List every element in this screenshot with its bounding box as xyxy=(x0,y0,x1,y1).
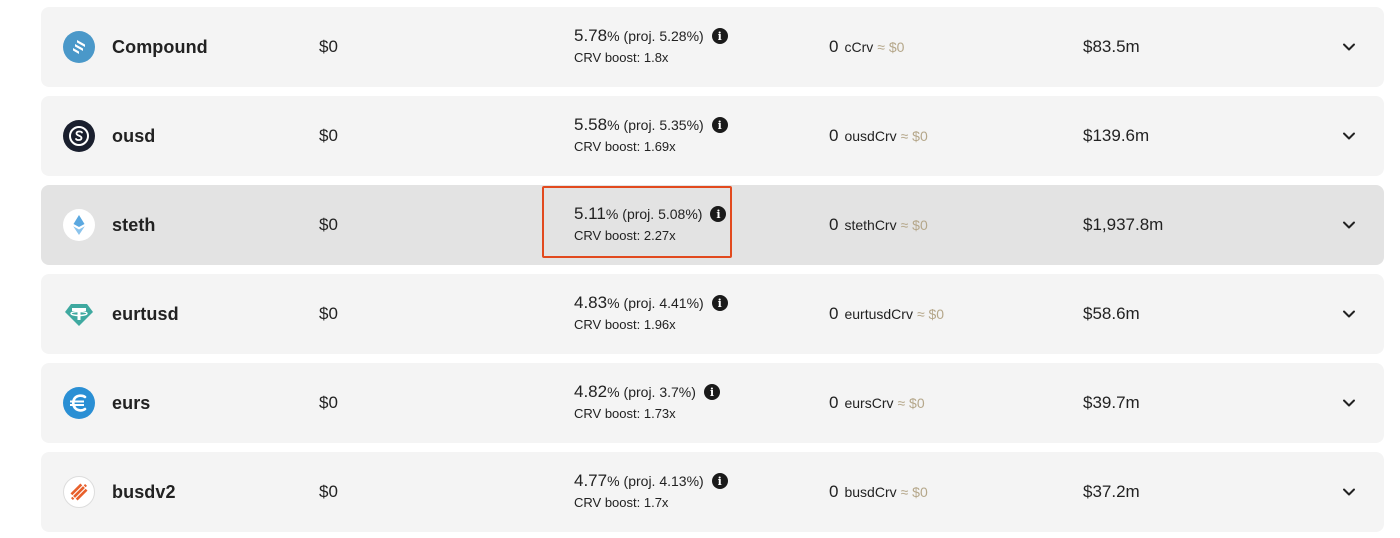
busd-icon xyxy=(63,476,95,508)
apy-value: 4.83 xyxy=(574,293,608,312)
pool-row-busdv2[interactable]: busdv2 $0 4.77% (proj. 4.13%) i CRV boos… xyxy=(41,452,1384,532)
pool-name: ousd xyxy=(112,125,156,146)
crv-boost: CRV boost: 1.7x xyxy=(574,495,669,510)
pool-apy: 4.83% (proj. 4.41%) i CRV boost: 1.96x xyxy=(574,291,728,332)
info-icon[interactable]: i xyxy=(711,28,728,44)
info-icon[interactable]: i xyxy=(711,295,728,311)
pool-apy: 5.11% (proj. 5.08%) i CRV boost: 2.27x xyxy=(574,202,727,243)
apy-value: 5.78 xyxy=(574,26,608,45)
pool-tvl: $58.6m xyxy=(1083,304,1140,323)
pool-balance: $0 xyxy=(319,393,338,412)
crv-boost: CRV boost: 1.69x xyxy=(574,139,676,154)
compound-icon xyxy=(63,31,95,63)
apy-value: 4.77 xyxy=(574,471,608,490)
pool-row-ousd[interactable]: ousd $0 5.58% (proj. 5.35%) i CRV boost:… xyxy=(41,96,1384,176)
crv-boost: CRV boost: 1.73x xyxy=(574,406,676,421)
apy-unit: % xyxy=(607,28,620,44)
chevron-down-icon[interactable] xyxy=(1339,37,1359,57)
pool-rewards: 0 stethCrv ≈ $0 xyxy=(829,185,928,265)
chevron-down-icon[interactable] xyxy=(1339,215,1359,235)
pool-apy: 4.77% (proj. 4.13%) i CRV boost: 1.7x xyxy=(574,469,728,510)
pool-balance: $0 xyxy=(319,37,338,56)
pool-rewards: 0 eurtusdCrv ≈ $0 xyxy=(829,274,944,354)
pool-balance: $0 xyxy=(319,215,338,234)
apy-projected: (proj. 5.08%) xyxy=(622,206,703,222)
rewards-value: ≈ $0 xyxy=(916,306,945,322)
apy-projected: (proj. 3.7%) xyxy=(623,384,696,400)
apy-unit: % xyxy=(607,117,620,133)
rewards-amount: 0 xyxy=(829,37,839,56)
rewards-amount: 0 xyxy=(829,393,839,412)
pool-name: eurs xyxy=(112,392,151,413)
eurs-icon xyxy=(63,387,95,419)
rewards-token: ousdCrv xyxy=(844,128,897,144)
crv-boost: CRV boost: 2.27x xyxy=(574,228,676,243)
pool-row-compound[interactable]: Compound $0 5.78% (proj. 5.28%) i CRV bo… xyxy=(41,7,1384,87)
pool-rewards: 0 cCrv ≈ $0 xyxy=(829,7,904,87)
pool-name: steth xyxy=(112,214,156,235)
apy-projected: (proj. 5.28%) xyxy=(623,28,704,44)
pool-list: Compound $0 5.78% (proj. 5.28%) i CRV bo… xyxy=(0,0,1400,538)
rewards-value: ≈ $0 xyxy=(897,395,925,411)
pool-apy: 5.58% (proj. 5.35%) i CRV boost: 1.69x xyxy=(574,113,728,154)
steth-icon xyxy=(63,209,95,241)
pool-rewards: 0 busdCrv ≈ $0 xyxy=(829,452,928,532)
rewards-token: eursCrv xyxy=(844,395,894,411)
pool-tvl: $83.5m xyxy=(1083,37,1140,56)
chevron-down-icon[interactable] xyxy=(1339,126,1359,146)
pool-name: Compound xyxy=(112,36,208,57)
rewards-amount: 0 xyxy=(829,126,839,145)
apy-projected: (proj. 4.13%) xyxy=(623,473,704,489)
rewards-amount: 0 xyxy=(829,304,839,323)
pool-apy: 5.78% (proj. 5.28%) i CRV boost: 1.8x xyxy=(574,24,728,65)
rewards-amount: 0 xyxy=(829,482,839,501)
pool-row-eurtusd[interactable]: eurtusd $0 4.83% (proj. 4.41%) i CRV boo… xyxy=(41,274,1384,354)
pool-row-eurs[interactable]: eurs $0 4.82% (proj. 3.7%) i CRV boost: … xyxy=(41,363,1384,443)
pool-balance: $0 xyxy=(319,126,338,145)
apy-unit: % xyxy=(607,473,620,489)
rewards-token: cCrv xyxy=(844,39,874,55)
apy-value: 4.82 xyxy=(574,382,608,401)
apy-unit: % xyxy=(605,206,619,222)
pool-apy: 4.82% (proj. 3.7%) i CRV boost: 1.73x xyxy=(574,380,720,421)
tether-icon xyxy=(63,298,95,330)
pool-row-steth[interactable]: steth $0 5.11% (proj. 5.08%) i CRV boost… xyxy=(41,185,1384,265)
rewards-amount: 0 xyxy=(829,215,839,234)
pool-name: eurtusd xyxy=(112,303,179,324)
crv-boost: CRV boost: 1.96x xyxy=(574,317,676,332)
pool-name: busdv2 xyxy=(112,481,176,502)
rewards-value: ≈ $0 xyxy=(877,39,905,55)
pool-balance: $0 xyxy=(319,304,338,323)
pool-balance: $0 xyxy=(319,482,338,501)
rewards-value: ≈ $0 xyxy=(900,128,928,144)
apy-value: 5.58 xyxy=(574,115,608,134)
rewards-token: stethCrv xyxy=(844,217,897,233)
pool-tvl: $39.7m xyxy=(1083,393,1140,412)
pool-rewards: 0 ousdCrv ≈ $0 xyxy=(829,96,928,176)
pool-rewards: 0 eursCrv ≈ $0 xyxy=(829,363,925,443)
pool-tvl: $139.6m xyxy=(1083,126,1150,145)
chevron-down-icon[interactable] xyxy=(1339,482,1359,502)
chevron-down-icon[interactable] xyxy=(1339,393,1359,413)
info-icon[interactable]: i xyxy=(711,473,728,489)
apy-value: 5.11 xyxy=(574,204,606,223)
apy-unit: % xyxy=(607,295,620,311)
ousd-icon xyxy=(63,120,95,152)
apy-projected: (proj. 4.41%) xyxy=(623,295,704,311)
apy-projected: (proj. 5.35%) xyxy=(623,117,704,133)
rewards-token: busdCrv xyxy=(844,484,897,500)
info-icon[interactable]: i xyxy=(710,206,727,222)
apy-unit: % xyxy=(607,384,620,400)
info-icon[interactable]: i xyxy=(703,384,720,400)
chevron-down-icon[interactable] xyxy=(1339,304,1359,324)
rewards-token: eurtusdCrv xyxy=(844,306,913,322)
pool-tvl: $37.2m xyxy=(1083,482,1140,501)
rewards-value: ≈ $0 xyxy=(900,484,928,500)
info-icon[interactable]: i xyxy=(711,117,728,133)
crv-boost: CRV boost: 1.8x xyxy=(574,50,669,65)
rewards-value: ≈ $0 xyxy=(900,217,928,233)
pool-tvl: $1,937.8m xyxy=(1083,215,1164,234)
